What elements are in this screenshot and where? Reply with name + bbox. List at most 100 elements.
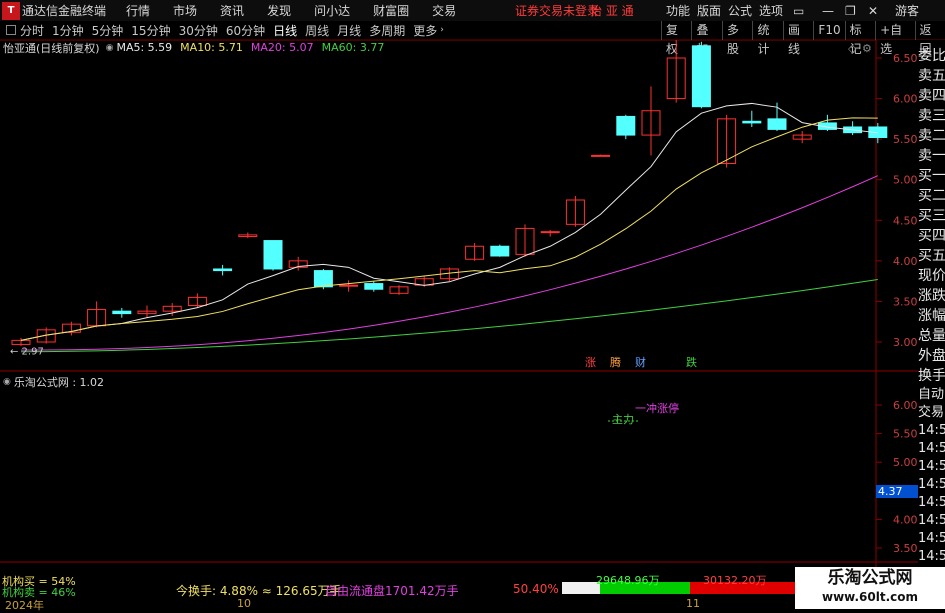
period-daily[interactable]: 日线 bbox=[273, 22, 297, 39]
gear-icon[interactable]: ⚙ bbox=[862, 42, 872, 55]
diamond-icon[interactable]: ◇ bbox=[848, 42, 856, 55]
candle-body bbox=[616, 115, 636, 136]
right-toolbar: 复权 叠加 多股 统计 画线 F10 标记 +自选 返回 bbox=[661, 21, 945, 56]
sidebar-item[interactable]: 卖一 bbox=[918, 146, 945, 166]
ma10-line bbox=[20, 117, 878, 341]
menu-zixun[interactable]: 资讯 bbox=[220, 2, 244, 19]
menu-xuanxiang[interactable]: 选项 bbox=[759, 2, 783, 19]
btn-f10[interactable]: F10 bbox=[813, 21, 844, 40]
y-tick-label: 6.00 bbox=[893, 93, 918, 106]
btn-duogu[interactable]: 多股 bbox=[721, 21, 752, 56]
candle-body bbox=[313, 270, 333, 288]
y-tick-label: 4.50 bbox=[893, 214, 918, 227]
y-tick-label: 3.00 bbox=[893, 336, 918, 349]
sidebar-tick-item: 14:56 bbox=[918, 459, 945, 474]
sidebar-item[interactable]: 买一 bbox=[918, 166, 945, 186]
period-15min[interactable]: 15分钟 bbox=[131, 22, 170, 39]
ind-tick-label: 6.00 bbox=[893, 399, 918, 412]
sidebar-item[interactable]: 卖四 bbox=[918, 86, 945, 106]
menu-hangqing[interactable]: 行情 bbox=[126, 2, 150, 19]
more-chevron-icon[interactable]: › bbox=[440, 25, 444, 35]
indicator-toggle-icon[interactable]: ◉ bbox=[3, 377, 11, 387]
sidebar-item[interactable]: 换手 bbox=[918, 366, 945, 386]
restore-icon[interactable]: ❐ bbox=[845, 4, 856, 18]
menu-gongshi[interactable]: 公式 bbox=[728, 2, 752, 19]
sidebar-item[interactable]: 买三 bbox=[918, 206, 945, 226]
menu-wenxiaoda[interactable]: 问小达 bbox=[314, 2, 350, 19]
period-more[interactable]: 更多 bbox=[413, 22, 437, 39]
sidebar-tick-item: 14:56 bbox=[918, 477, 945, 492]
btn-diejia[interactable]: 叠加 bbox=[691, 21, 721, 56]
green-value: 29648.96万 bbox=[596, 574, 660, 587]
sidebar-tick-item[interactable]: 自动 bbox=[918, 386, 945, 404]
ind-tick-label: 5.00 bbox=[893, 456, 918, 469]
btn-biaoji[interactable]: 标记 bbox=[844, 21, 875, 56]
ma60-line bbox=[20, 279, 878, 353]
ma-toggle-icon[interactable]: ◉ bbox=[106, 43, 114, 53]
period-monthly[interactable]: 月线 bbox=[337, 22, 361, 39]
sidebar-item[interactable]: 委比 bbox=[918, 46, 945, 66]
sidebar-tick-item[interactable]: 交易 bbox=[918, 404, 945, 422]
period-multi[interactable]: 多周期 bbox=[369, 22, 405, 39]
sidebar-item[interactable]: 买四 bbox=[918, 226, 945, 246]
btn-zixuan[interactable]: +自选 bbox=[875, 21, 914, 56]
event-tag: 涨 bbox=[585, 356, 596, 369]
y-tick-label: 3.50 bbox=[893, 295, 918, 308]
menu-jiaoyi[interactable]: 交易 bbox=[432, 2, 456, 19]
period-fenshi[interactable]: 分时 bbox=[20, 22, 44, 39]
low-price-label: ← 2.97 bbox=[10, 346, 44, 357]
watermark-title: 乐淘公式网 bbox=[827, 568, 913, 588]
ma5-line bbox=[20, 102, 878, 341]
ind-tick-label: 4.00 bbox=[893, 513, 918, 526]
guest-label[interactable]: 游客 bbox=[895, 2, 919, 19]
settings-icon[interactable]: ▭ bbox=[793, 4, 804, 18]
trade-status[interactable]: 证券交易未登录 bbox=[515, 2, 599, 19]
kline-chart[interactable]: 6.50 6.00 5.50 5.00 4.50 4.00 3.50 3.00 6.00 5.50… bbox=[0, 40, 918, 572]
sidebar-item[interactable]: 外盘 bbox=[918, 346, 945, 366]
period-5min[interactable]: 5分钟 bbox=[92, 22, 124, 39]
period-1min[interactable]: 1分钟 bbox=[52, 22, 84, 39]
candle-body bbox=[767, 118, 787, 130]
sidebar-item[interactable]: 买二 bbox=[918, 186, 945, 206]
event-tag: 跌 bbox=[686, 355, 697, 369]
sidebar-item[interactable]: 现价 bbox=[918, 266, 945, 286]
price-tag-label: 4.37 bbox=[878, 485, 903, 498]
btn-fuquan[interactable]: 复权 bbox=[661, 21, 691, 56]
minimize-icon[interactable]: — bbox=[822, 4, 834, 18]
y-tick-label: 5.50 bbox=[893, 133, 918, 146]
menu-gongneng[interactable]: 功能 bbox=[666, 2, 690, 19]
sidebar-item[interactable]: 卖五 bbox=[918, 66, 945, 86]
indicator-annot-main: 主力 bbox=[612, 413, 634, 426]
sidebar-item[interactable]: 买五 bbox=[918, 246, 945, 266]
close-icon[interactable]: ✕ bbox=[868, 4, 878, 18]
sidebar-item[interactable]: 涨幅 bbox=[918, 306, 945, 326]
menu-banmian[interactable]: 版面 bbox=[697, 2, 721, 19]
period-weekly[interactable]: 周线 bbox=[305, 22, 329, 39]
sidebar-tick-item: 14:56 bbox=[918, 549, 945, 564]
month-11-label: 11 bbox=[686, 597, 700, 610]
menu-faxian[interactable]: 发现 bbox=[267, 2, 291, 19]
sidebar-tick-item: 14:56 bbox=[918, 513, 945, 528]
sidebar-item[interactable]: 卖二 bbox=[918, 126, 945, 146]
sidebar-tick-item: 14:56 bbox=[918, 423, 945, 438]
btn-huaxian[interactable]: 画线 bbox=[782, 21, 813, 56]
toolbar-checkbox[interactable] bbox=[6, 25, 16, 35]
menu-caifuquan[interactable]: 财富圈 bbox=[373, 2, 409, 19]
y-tick-label: 6.50 bbox=[893, 52, 918, 65]
candle-body bbox=[591, 154, 611, 157]
menu-shichang[interactable]: 市场 bbox=[173, 2, 197, 19]
candle-body bbox=[742, 120, 762, 124]
period-60min[interactable]: 60分钟 bbox=[226, 22, 265, 39]
btn-tongji[interactable]: 统计 bbox=[752, 21, 782, 56]
btn-fanhui[interactable]: 返回 bbox=[914, 21, 945, 56]
tick-sidebar: 自动 交易 14:56 14:56 14:56 14:56 14:56 14:5… bbox=[918, 386, 945, 566]
app-logo: T bbox=[2, 1, 20, 20]
period-30min[interactable]: 30分钟 bbox=[179, 22, 218, 39]
sidebar-item[interactable]: 总量 bbox=[918, 326, 945, 346]
indicator-title-bar: ◉ 乐淘公式网 : 1.02 bbox=[3, 374, 104, 389]
ma5-label: MA5: 5.59 bbox=[116, 41, 173, 54]
sidebar-item[interactable]: 卖三 bbox=[918, 106, 945, 126]
quote-sidebar: 委比 卖五 卖四 卖三 卖二 卖一 买一 买二 买三 买四 买五 现价 涨跌 涨… bbox=[918, 46, 945, 386]
sidebar-item[interactable]: 涨跌 bbox=[918, 286, 945, 306]
y-tick-label: 5.00 bbox=[893, 174, 918, 187]
